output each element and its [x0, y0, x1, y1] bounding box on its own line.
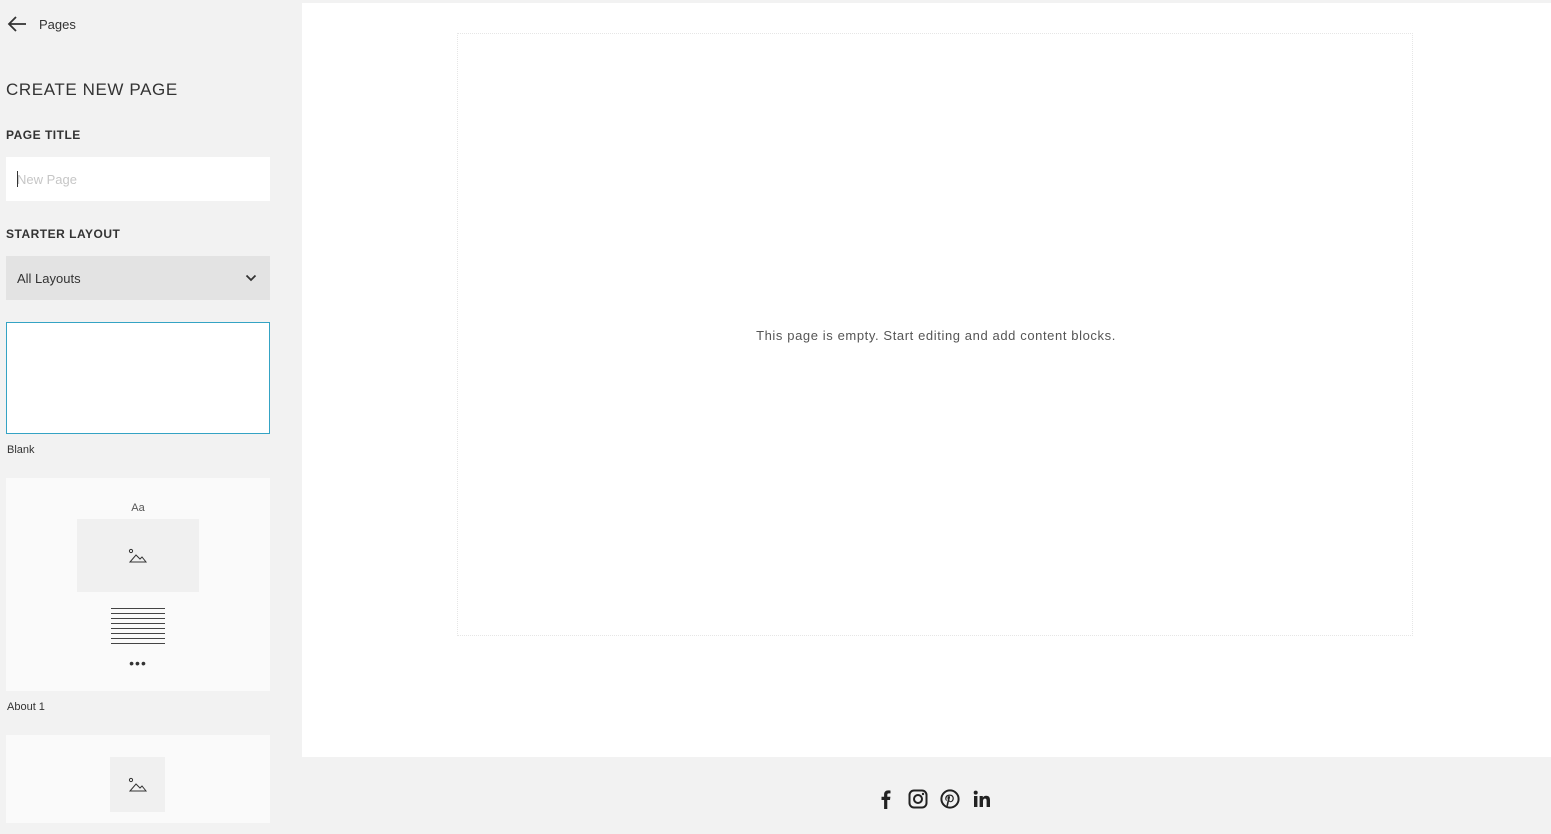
more-dots: ••• — [129, 655, 147, 671]
layout-card-blank[interactable] — [6, 322, 270, 434]
layout-label-about-1: About 1 — [7, 701, 45, 713]
back-link-label: Pages — [39, 16, 76, 32]
empty-page-message: This page is empty. Start editing and ad… — [756, 328, 1116, 343]
linkedin-icon — [973, 790, 990, 807]
pinterest-link[interactable] — [940, 788, 960, 810]
pinterest-icon — [940, 789, 960, 809]
image-icon — [128, 548, 148, 562]
text-lines-placeholder — [111, 608, 165, 648]
facebook-link[interactable] — [876, 788, 896, 810]
social-links — [876, 788, 992, 810]
page-title-label: PAGE TITLE — [6, 128, 81, 142]
layout-label-blank: Blank — [7, 444, 35, 456]
arrow-left-icon — [7, 16, 26, 32]
panel-heading: CREATE NEW PAGE — [6, 80, 178, 99]
layout-card-about-1[interactable]: Aa ••• — [6, 478, 270, 691]
text-caret — [17, 171, 18, 187]
content-area[interactable]: This page is empty. Start editing and ad… — [457, 33, 1413, 636]
site-footer — [302, 757, 1551, 834]
sidebar: Pages CREATE NEW PAGE PAGE TITLE STARTER… — [0, 0, 302, 834]
linkedin-link[interactable] — [972, 788, 992, 810]
image-placeholder — [77, 519, 199, 592]
layout-filter-value: All Layouts — [17, 270, 81, 286]
back-to-pages-link[interactable]: Pages — [6, 14, 76, 34]
starter-layout-label: STARTER LAYOUT — [6, 227, 121, 241]
image-icon — [128, 777, 147, 791]
heading-glyph: Aa — [131, 502, 145, 514]
page-preview: This page is empty. Start editing and ad… — [302, 3, 1551, 757]
layout-card-3[interactable] — [6, 735, 270, 823]
image-placeholder — [110, 757, 165, 812]
instagram-icon — [908, 789, 928, 809]
facebook-icon — [881, 790, 891, 809]
chevron-down-icon — [245, 274, 257, 282]
instagram-link[interactable] — [908, 788, 928, 810]
page-title-input[interactable] — [6, 157, 270, 201]
layout-filter-select[interactable]: All Layouts — [6, 256, 270, 300]
app: Pages CREATE NEW PAGE PAGE TITLE STARTER… — [0, 0, 1551, 834]
